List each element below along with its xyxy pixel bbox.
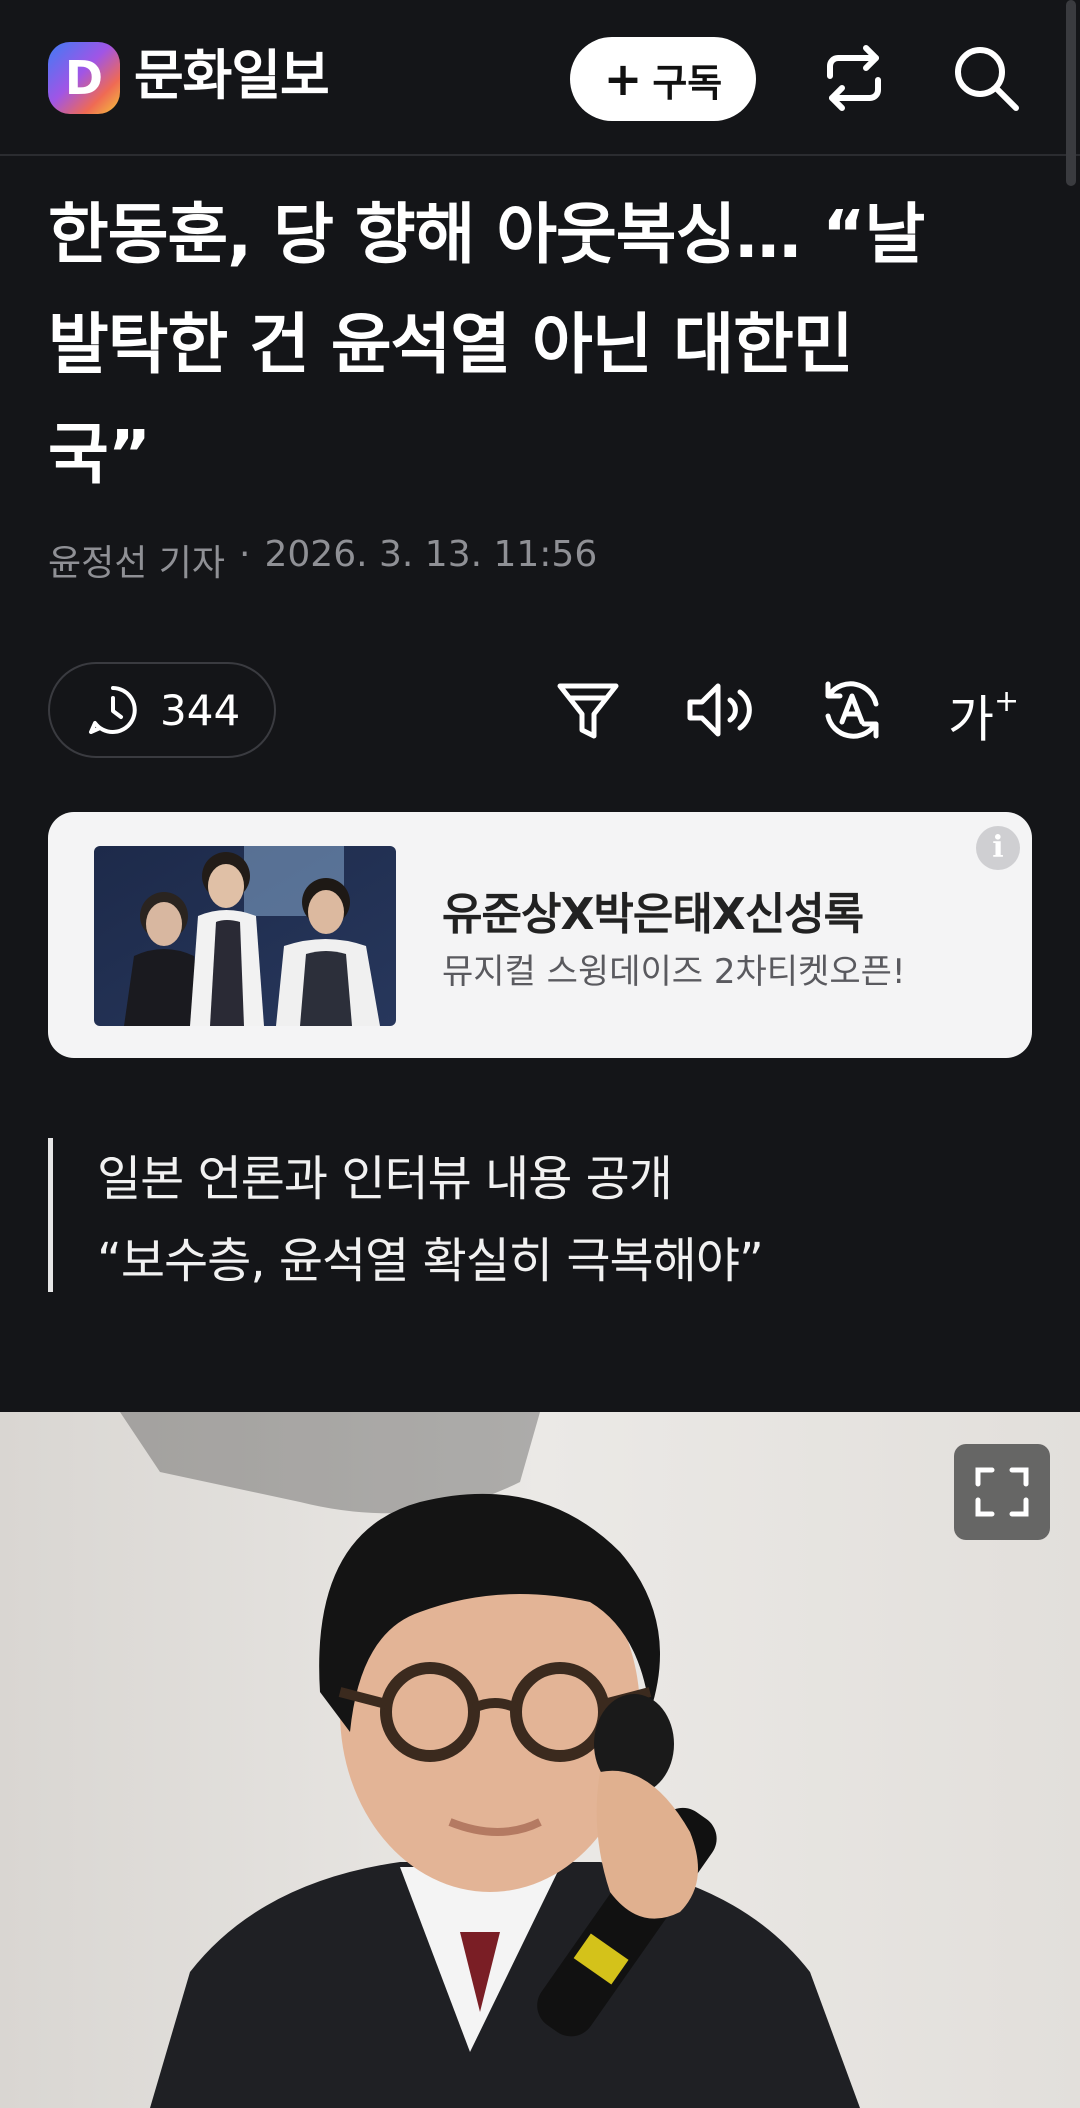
byline-separator: · bbox=[239, 534, 251, 575]
ad-image[interactable] bbox=[94, 846, 396, 1026]
publish-date: 2026. 3. 13. 11:56 bbox=[264, 534, 598, 575]
ad-subtitle[interactable]: 뮤지컬 스윙데이즈 2차티켓오픈! bbox=[442, 944, 906, 993]
ad-banner[interactable]: 유준상X박은태X신성록 뮤지컬 스윙데이즈 2차티켓오픈! i bbox=[48, 812, 1032, 1058]
comment-count: 344 bbox=[160, 685, 241, 735]
article-title: 한동훈, 당 향해 아웃복싱… “날 발탁한 건 윤석열 아닌 대한민 국” bbox=[48, 180, 1038, 510]
plus-icon: + bbox=[603, 52, 643, 106]
publisher-name[interactable]: 문화일보 bbox=[134, 40, 330, 112]
filter-icon[interactable] bbox=[552, 674, 624, 746]
summary-line: “보수층, 윤석열 확실히 극복해야” bbox=[97, 1233, 764, 1289]
subscribe-button[interactable]: + 구독 bbox=[570, 37, 756, 121]
info-icon[interactable]: i bbox=[976, 826, 1020, 870]
author-name[interactable]: 윤정선 기자 bbox=[48, 534, 225, 586]
translate-icon[interactable] bbox=[816, 674, 888, 746]
title-line: 발탁한 건 윤석열 아닌 대한민 bbox=[48, 306, 854, 383]
scrollbar[interactable] bbox=[1066, 0, 1076, 186]
article-summary-quote: 일본 언론과 인터뷰 내용 공개 “보수층, 윤석열 확실히 극복해야” bbox=[48, 1138, 1028, 1292]
byline: 윤정선 기자 · 2026. 3. 13. 11:56 bbox=[48, 534, 597, 586]
fullscreen-icon[interactable] bbox=[954, 1444, 1050, 1540]
title-line: 한동훈, 당 향해 아웃복싱… “날 bbox=[48, 196, 925, 273]
speaker-icon[interactable] bbox=[684, 674, 756, 746]
subscribe-label: 구독 bbox=[652, 60, 723, 105]
article-photo[interactable] bbox=[0, 1412, 1080, 2108]
summary-line: 일본 언론과 인터뷰 내용 공개 bbox=[97, 1151, 673, 1207]
share-icon[interactable] bbox=[816, 40, 892, 116]
search-icon[interactable] bbox=[948, 40, 1024, 116]
comment-icon bbox=[89, 686, 137, 734]
top-app-bar: D 문화일보 + 구독 bbox=[0, 0, 1080, 156]
ad-title[interactable]: 유준상X박은태X신성록 bbox=[442, 878, 864, 942]
daum-logo-icon[interactable]: D bbox=[48, 42, 120, 114]
title-line: 국” bbox=[48, 416, 151, 493]
comments-button[interactable]: 344 bbox=[48, 662, 276, 758]
font-size-icon[interactable]: 가+ bbox=[948, 674, 1020, 749]
